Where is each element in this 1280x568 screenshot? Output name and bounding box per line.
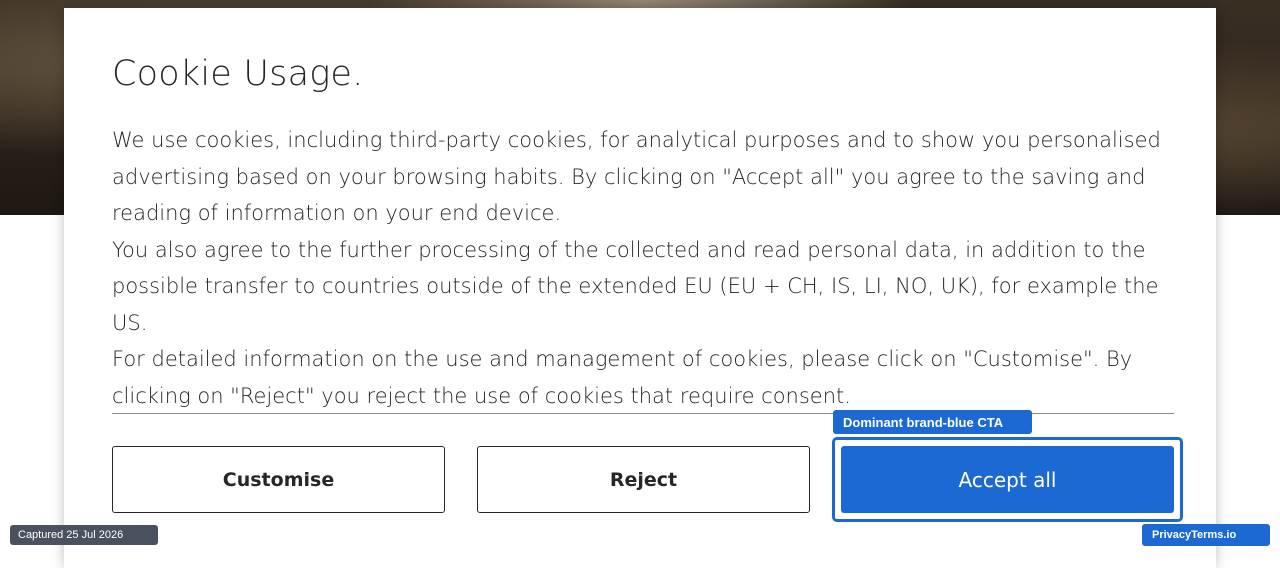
dialog-title: Cookie Usage. — [112, 54, 364, 94]
watermark-badge: PrivacyTerms.io — [1142, 524, 1270, 546]
body-paragraph-1: We use cookies, including third-party co… — [112, 128, 1161, 225]
reject-button[interactable]: Reject — [477, 446, 810, 513]
dialog-body: We use cookies, including third-party co… — [112, 122, 1176, 414]
captured-date-badge: Captured 25 Jul 2026 — [10, 525, 158, 545]
reject-button-label: Reject — [609, 468, 678, 491]
customise-button-label: Customise — [222, 468, 335, 491]
body-paragraph-3: For detailed information on the use and … — [112, 347, 1133, 408]
annotation-highlight-box — [832, 437, 1183, 522]
annotation-label: Dominant brand-blue CTA — [833, 410, 1032, 434]
body-paragraph-2: You also agree to the further processing… — [112, 237, 1159, 335]
customise-button[interactable]: Customise — [112, 446, 445, 513]
